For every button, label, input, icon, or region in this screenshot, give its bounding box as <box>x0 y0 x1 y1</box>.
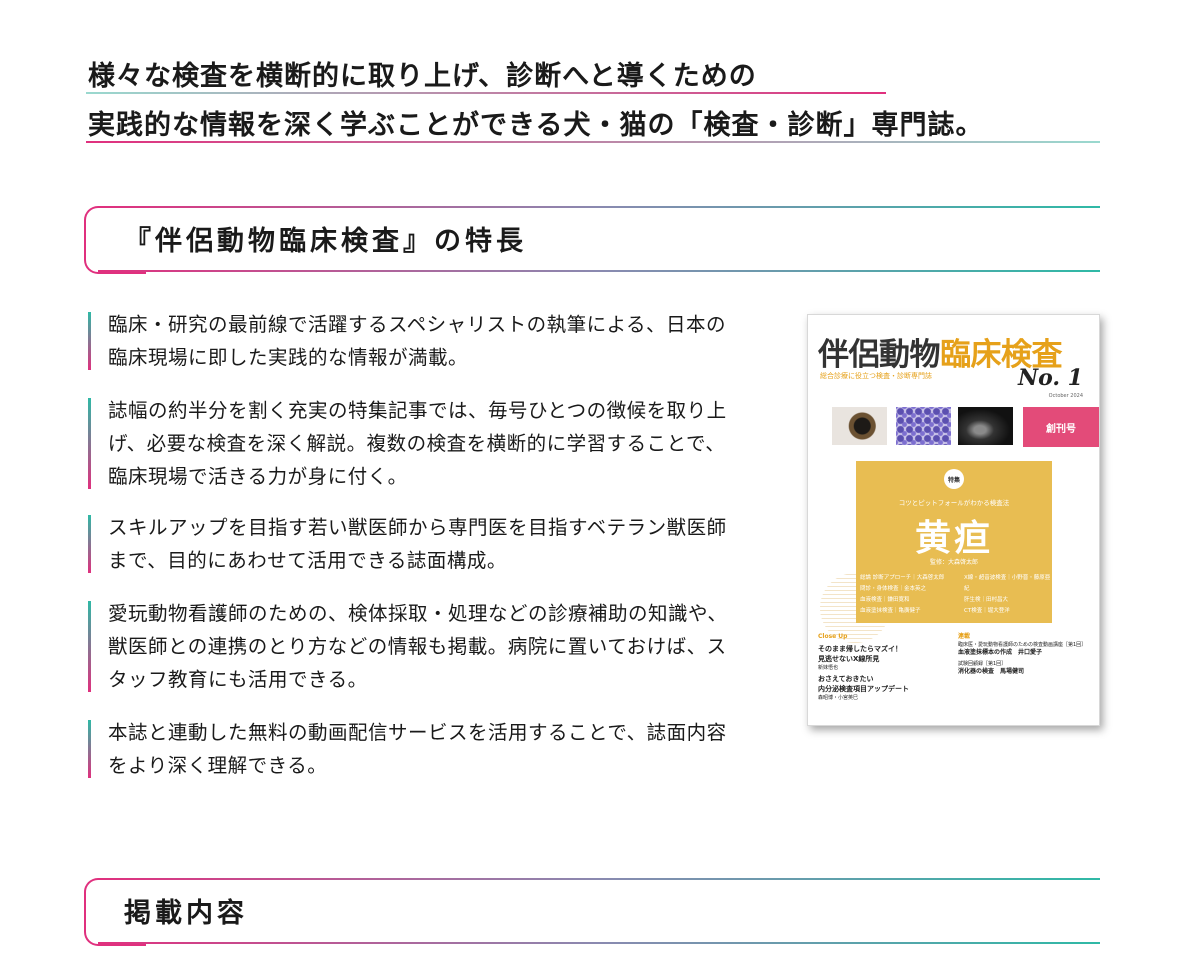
feature-item-4: 愛玩動物看護師のための、検体採取・処理などの診療補助の知識や、獣医師との連携のと… <box>88 597 728 696</box>
contents-section-header: 掲載内容 <box>84 878 1100 946</box>
eye-photo-thumbnail <box>832 407 887 445</box>
feature-item-1: 臨床・研究の最前線で活躍するスペシャリストの執筆による、日本の臨床現場に即した実… <box>88 308 728 374</box>
header-top-rule <box>98 206 1100 208</box>
feature-item-5: 本誌と連動した無料の動画配信サービスを活用することで、誌面内容をより深く理解でき… <box>88 716 728 782</box>
features-section-header: 『伴侶動物臨床検査』の特長 <box>84 206 1100 274</box>
header-bottom-rule <box>98 270 1100 272</box>
special-feature-panel: 特集 コツとピットフォールがわかる検査法 黄疸 監修：大森啓太郎 総論 診断アプ… <box>856 461 1052 623</box>
closeup-author: 新妹悟也 <box>818 665 839 671</box>
features-section-title: 『伴侶動物臨床検査』の特長 <box>124 226 527 257</box>
toc-item: X線・超音波検査｜小野晋・藤原亜紀 <box>964 575 1051 592</box>
serial-item: 臨床医・愛玩動物看護師のための検査動画講座［第1回］ <box>958 642 1087 648</box>
feature-text: スキルアップを目指す若い獣医師から専門医を目指すベテラン獣医師まで、目的にあわせ… <box>108 516 727 572</box>
intro-line-2: 実践的な情報を深く学ぶことができる犬・猫の「検査・診断」専門誌。 <box>88 110 984 141</box>
special-toc-right: X線・超音波検査｜小野晋・藤原亜紀 肝生検｜田村昌大 CT検査｜堀大登洋 <box>964 573 1052 617</box>
feature-text: 本誌と連動した無料の動画配信サービスを活用することで、誌面内容をより深く理解でき… <box>108 721 727 777</box>
special-editor: 監修：大森啓太郎 <box>929 559 978 566</box>
intro-underline-1 <box>86 92 886 94</box>
intro-underline-2 <box>86 141 1100 143</box>
contents-section-title: 掲載内容 <box>124 898 248 929</box>
intro-line-1: 様々な検査を横断的に取り上げ、診断へと導くための <box>88 61 757 92</box>
serial-column: 連載 臨床医・愛玩動物看護師のための検査動画講座［第1回］ 血液塗抹標本の作成 … <box>958 633 1090 676</box>
serial-item: 血液塗抹標本の作成 井口愛子 <box>958 649 1043 656</box>
magazine-cover-image: 伴侶動物臨床検査 総合診療に役立つ検査・診断専門誌 No. 1 October … <box>807 314 1100 726</box>
feature-bar <box>88 312 91 370</box>
cytology-photo-thumbnail <box>896 407 951 445</box>
cover-subtitle: 総合診療に役立つ検査・診断専門誌 <box>820 372 932 380</box>
closeup-item: 見逃せないX線所見 <box>818 655 880 663</box>
first-issue-badge: 創刊号 <box>1023 407 1099 447</box>
serial-item: 消化器の検査 馬場健司 <box>958 668 1025 675</box>
feature-bar <box>88 720 91 778</box>
feature-bar <box>88 398 91 489</box>
ultrasound-photo-thumbnail <box>958 407 1013 445</box>
cover-date: October 2024 <box>1048 393 1083 399</box>
cover-issue-number: No. 1 <box>1017 365 1083 391</box>
toc-item: 問診・身体検査｜金本英之 <box>860 586 927 592</box>
feature-bar <box>88 601 91 692</box>
toc-item: 血液塗抹検査｜亀廣健子 <box>860 608 921 614</box>
feature-text: 誌幅の約半分を割く充実の特集記事では、毎号ひとつの徴候を取り上げ、必要な検査を深… <box>108 399 727 488</box>
closeup-item: そのまま帰したらマズイ！ <box>818 645 902 653</box>
special-kicker: コツとピットフォールがわかる検査法 <box>898 499 1010 507</box>
header-bottom-rule <box>98 942 1100 944</box>
closeup-author: 森昭博・小宮英巳 <box>818 695 859 701</box>
closeup-column: Close Up そのまま帰したらマズイ！ 見逃せないX線所見 新妹悟也 おさえ… <box>818 633 948 701</box>
feature-item-3: スキルアップを目指す若い獣医師から専門医を目指すベテラン獣医師まで、目的にあわせ… <box>88 511 728 577</box>
toc-item: CT検査｜堀大登洋 <box>964 608 1010 614</box>
toc-item: 肝生検｜田村昌大 <box>964 597 1009 603</box>
feature-item-2: 誌幅の約半分を割く充実の特集記事では、毎号ひとつの徴候を取り上げ、必要な検査を深… <box>88 394 728 493</box>
serial-label: 連載 <box>958 633 971 640</box>
feature-text: 臨床・研究の最前線で活躍するスペシャリストの執筆による、日本の臨床現場に即した実… <box>108 313 727 369</box>
cover-title-main: 伴侶動物 <box>818 337 941 373</box>
closeup-item: 内分泌検査項目アップデート <box>818 685 909 693</box>
header-top-rule <box>98 878 1100 880</box>
serial-item: 試験回顧録［第1回］ <box>958 661 1007 667</box>
toc-item: 総論 診断アプローチ｜大森啓太郎 <box>860 575 945 581</box>
toc-item: 血液検査｜鎌田寛和 <box>860 597 910 603</box>
special-toc-left: 総論 診断アプローチ｜大森啓太郎 問診・身体検査｜金本英之 血液検査｜鎌田寛和 … <box>860 573 944 617</box>
closeup-label: Close Up <box>818 633 848 640</box>
feature-text: 愛玩動物看護師のための、検体採取・処理などの診療補助の知識や、獣医師との連携のと… <box>108 602 728 691</box>
special-tag: 特集 <box>944 469 964 489</box>
closeup-item: おさえておきたい <box>818 675 874 683</box>
special-title: 黄疸 <box>914 518 993 559</box>
feature-bar <box>88 515 91 573</box>
